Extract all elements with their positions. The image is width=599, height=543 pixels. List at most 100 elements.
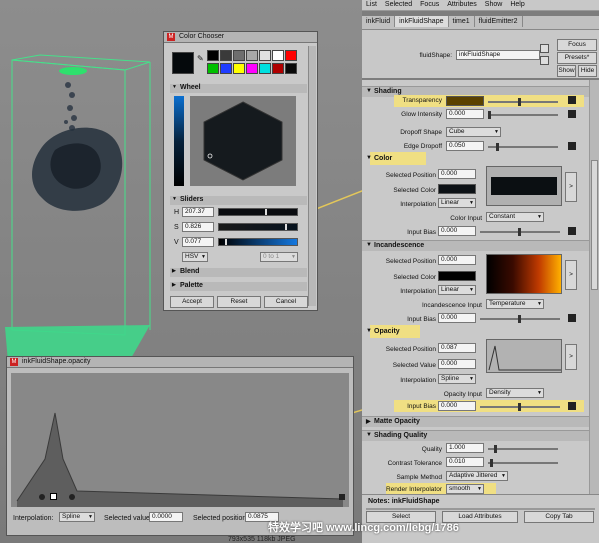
op-bias-slider[interactable]: [480, 403, 560, 411]
color-swatch[interactable]: [285, 63, 297, 74]
copy-tab-button[interactable]: Copy Tab: [524, 511, 594, 523]
blend-header[interactable]: ▶ Blend: [170, 268, 307, 277]
expand-ramp-button[interactable]: >: [565, 344, 577, 370]
palette-header[interactable]: ▶ Palette: [170, 282, 307, 291]
color-swatch[interactable]: [272, 50, 284, 61]
menu-list[interactable]: List: [362, 0, 381, 9]
accept-button[interactable]: Accept: [170, 296, 214, 308]
inc-interp-dropdown[interactable]: Linear: [438, 285, 476, 295]
sliders-header[interactable]: ▼ Sliders: [170, 196, 307, 205]
tab-fluidemitter2[interactable]: fluidEmitter2: [475, 16, 523, 27]
color-swatch[interactable]: [220, 50, 232, 61]
hide-button[interactable]: Hide: [578, 65, 597, 77]
op-interp-dropdown[interactable]: Spline: [438, 374, 476, 384]
menu-focus[interactable]: Focus: [416, 0, 443, 9]
h-slider[interactable]: [218, 208, 298, 216]
curve-point-selected[interactable]: [50, 493, 57, 500]
map-icon[interactable]: [568, 402, 576, 410]
section-color[interactable]: ▼ Color: [362, 154, 589, 165]
incandescence-ramp[interactable]: [486, 254, 562, 294]
dropoff-dropdown[interactable]: Cube: [446, 127, 501, 137]
curve-point[interactable]: [339, 494, 345, 500]
show-button[interactable]: Show: [557, 65, 576, 77]
edge-field[interactable]: 0.050: [446, 141, 484, 151]
v-slider[interactable]: [218, 238, 298, 246]
wheel-header[interactable]: ▼ Wheel: [170, 84, 307, 93]
section-opacity[interactable]: ▼ Opacity: [362, 327, 589, 338]
color-swatch[interactable]: [246, 63, 258, 74]
inc-bias-field[interactable]: 0.000: [438, 313, 476, 323]
inc-selpos-field[interactable]: 0.000: [438, 255, 476, 265]
color-swatch[interactable]: [285, 50, 297, 61]
quality-field[interactable]: 1.000: [446, 443, 484, 453]
color-swatch[interactable]: [207, 50, 219, 61]
color-swatch[interactable]: [246, 50, 258, 61]
shape-name-field[interactable]: inkFluidShape: [456, 50, 540, 60]
sample-dropdown[interactable]: Adaptive Jittered: [446, 471, 508, 481]
graph-selval-field[interactable]: 0.0000: [149, 512, 183, 522]
scroll-thumb[interactable]: [591, 160, 598, 290]
menu-help[interactable]: Help: [506, 0, 528, 9]
range-dropdown[interactable]: 0 to 1: [260, 252, 298, 262]
op-input-dropdown[interactable]: Density: [486, 388, 544, 398]
op-selpos-field[interactable]: 0.087: [438, 343, 476, 353]
glow-field[interactable]: 0.000: [446, 109, 484, 119]
inc-bias-slider[interactable]: [480, 315, 560, 323]
contrast-slider[interactable]: [488, 459, 558, 467]
section-shading-quality[interactable]: ▼ Shading Quality: [362, 430, 589, 441]
menu-selected[interactable]: Selected: [381, 0, 416, 9]
glow-slider[interactable]: [488, 111, 558, 119]
opacity-graph-window[interactable]: M inkFluidShape.opacity Interpolation: S…: [6, 356, 354, 536]
expand-ramp-button[interactable]: >: [565, 172, 577, 202]
color-wheel-area[interactable]: [190, 96, 296, 186]
color-selcolor-swatch[interactable]: [438, 184, 476, 194]
section-incandescence[interactable]: ▼ Incandescence: [362, 240, 589, 251]
value-strip[interactable]: [174, 96, 184, 186]
contrast-field[interactable]: 0.010: [446, 457, 484, 467]
graph-titlebar[interactable]: M inkFluidShape.opacity: [7, 357, 353, 368]
v-field[interactable]: 0.077: [182, 237, 214, 247]
expand-ramp-button[interactable]: >: [565, 260, 577, 290]
color-swatch[interactable]: [259, 50, 271, 61]
presets-button[interactable]: Presets*: [557, 52, 597, 64]
color-ramp[interactable]: [486, 166, 562, 206]
color-swatch[interactable]: [259, 63, 271, 74]
chooser-titlebar[interactable]: M Color Chooser: [164, 32, 317, 43]
color-mode-dropdown[interactable]: HSV: [182, 252, 208, 262]
color-swatch[interactable]: [207, 63, 219, 74]
inc-selcolor-swatch[interactable]: [438, 271, 476, 281]
map-icon[interactable]: [568, 110, 576, 118]
focus-arrow-icon[interactable]: [540, 44, 549, 53]
inc-input-dropdown[interactable]: Temperature: [486, 299, 544, 309]
color-bias-slider[interactable]: [480, 228, 560, 236]
color-selpos-field[interactable]: 0.000: [438, 169, 476, 179]
transparency-slider[interactable]: [488, 98, 558, 106]
color-bias-field[interactable]: 0.000: [438, 226, 476, 236]
curve-area[interactable]: [11, 373, 349, 507]
curve-point[interactable]: [69, 494, 75, 500]
quality-slider[interactable]: [488, 445, 558, 453]
eyedropper-icon[interactable]: ✎: [197, 54, 204, 63]
chooser-scrollbar[interactable]: [308, 46, 316, 306]
graph-interp-dropdown[interactable]: Spline: [59, 512, 95, 522]
curve-point[interactable]: [39, 494, 45, 500]
edge-slider[interactable]: [488, 143, 558, 151]
color-swatch[interactable]: [233, 63, 245, 74]
op-selval-field[interactable]: 0.000: [438, 359, 476, 369]
render-interp-dropdown[interactable]: smooth: [446, 484, 484, 494]
s-field[interactable]: 0.826: [182, 222, 214, 232]
color-swatch[interactable]: [272, 63, 284, 74]
section-matte-opacity[interactable]: ▶ Matte Opacity: [362, 416, 589, 427]
h-field[interactable]: 207.37: [182, 207, 214, 217]
reset-button[interactable]: Reset: [217, 296, 261, 308]
tab-inkfluid[interactable]: inkFluid: [362, 16, 396, 27]
tab-inkfluidshape[interactable]: inkFluidShape: [395, 16, 449, 27]
attribute-editor-scrollbar[interactable]: [589, 80, 599, 494]
menu-show[interactable]: Show: [481, 0, 507, 9]
cancel-button[interactable]: Cancel: [264, 296, 308, 308]
map-icon[interactable]: [568, 96, 576, 104]
opacity-ramp[interactable]: [486, 339, 562, 373]
menu-attributes[interactable]: Attributes: [443, 0, 481, 9]
select-arrow-icon[interactable]: [540, 56, 549, 65]
notes-divider[interactable]: [366, 508, 595, 510]
